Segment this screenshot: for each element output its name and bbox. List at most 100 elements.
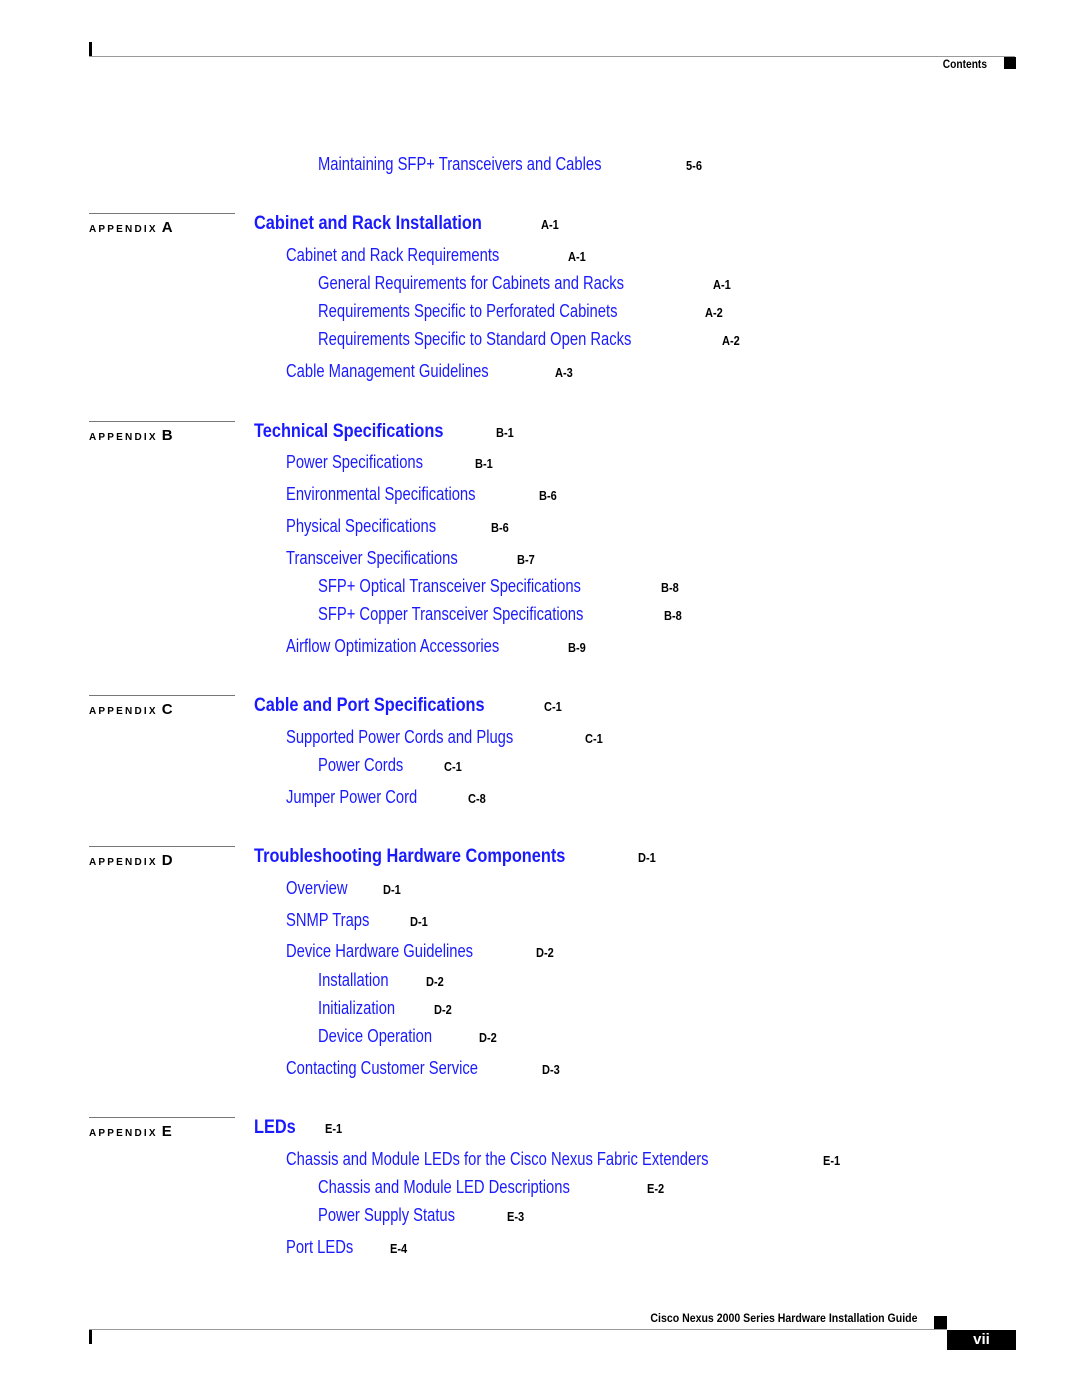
toc-entry-page: D-3 (542, 1062, 560, 1077)
appendix-title[interactable]: Troubleshooting Hardware Components (254, 846, 565, 868)
toc-entry[interactable]: Overview D-1 (286, 878, 404, 899)
appendix-label: APPENDIX B (89, 427, 173, 444)
toc-entry-title[interactable]: Cabinet and Rack Requirements (286, 245, 499, 266)
toc-entry[interactable]: General Requirements for Cabinets and Ra… (318, 273, 734, 294)
toc-entry[interactable]: Maintaining SFP+ Transceivers and Cables… (318, 154, 704, 175)
toc-entry-page: C-1 (444, 759, 462, 774)
toc-entry[interactable]: Requirements Specific to Perforated Cabi… (318, 301, 726, 322)
toc-entry-title[interactable]: Overview (286, 878, 348, 899)
toc-entry-title[interactable]: Port LEDs (286, 1237, 353, 1258)
header-rule (89, 56, 1015, 57)
toc-entry[interactable]: SNMP Traps D-1 (286, 910, 431, 931)
toc-entry[interactable]: Cable Management Guidelines A-3 (286, 361, 576, 382)
toc-entry[interactable]: Transceiver Specifications B-7 (286, 548, 538, 569)
toc-entry-title[interactable]: Installation (318, 970, 389, 991)
toc-entry-page: D-2 (434, 1002, 452, 1017)
toc-entry-title[interactable]: Power Supply Status (318, 1205, 455, 1226)
toc-entry[interactable]: Cabinet and Rack Requirements A-1 (286, 245, 589, 266)
toc-entry[interactable]: Requirements Specific to Standard Open R… (318, 329, 743, 350)
toc-entry[interactable]: Initialization D-2 (318, 998, 455, 1019)
appendix-title[interactable]: LEDs (254, 1117, 296, 1139)
toc-entry-title[interactable]: Power Cords (318, 755, 403, 776)
toc-entry-title[interactable]: Physical Specifications (286, 516, 436, 537)
toc-entry[interactable]: Contacting Customer Service D-3 (286, 1058, 563, 1079)
toc-entry-title[interactable]: Device Operation (318, 1026, 432, 1047)
toc-entry-page: B-7 (517, 552, 536, 567)
header-label: Contents (942, 57, 987, 71)
toc-entry-page: D-2 (426, 974, 444, 989)
page-number: vii (947, 1330, 1016, 1350)
toc-entry-page: B-9 (568, 640, 586, 655)
footer-margin-mark (89, 1330, 92, 1344)
toc-entry-title[interactable]: Jumper Power Cord (286, 787, 417, 808)
toc-entry[interactable]: SFP+ Optical Transceiver Specifications B… (318, 576, 682, 597)
toc-entry-page: E-1 (823, 1153, 841, 1168)
appendix-title-entry[interactable]: Technical Specifications B-1 (254, 421, 517, 443)
footer-square-marker (934, 1316, 947, 1329)
appendix-label: APPENDIX C (89, 701, 173, 718)
appendix-title-entry[interactable]: Troubleshooting Hardware Components D-1 (254, 846, 659, 868)
header-margin-mark (89, 42, 92, 56)
toc-entry-title[interactable]: SFP+ Optical Transceiver Specifications (318, 576, 581, 597)
toc-entry-page: D-2 (479, 1030, 497, 1045)
toc-entry[interactable]: Supported Power Cords and Plugs C-1 (286, 727, 606, 748)
toc-entry-title[interactable]: Supported Power Cords and Plugs (286, 727, 513, 748)
toc-entry-title[interactable]: Cable Management Guidelines (286, 361, 489, 382)
toc-entry[interactable]: Power Specifications B-1 (286, 452, 496, 473)
toc-entry-title[interactable]: Environmental Specifications (286, 484, 476, 505)
toc-entry-title[interactable]: Contacting Customer Service (286, 1058, 478, 1079)
appendix-word: APPENDIX (89, 857, 158, 868)
appendix-page: E-1 (324, 1121, 342, 1136)
toc-entry[interactable]: Port LEDs E-4 (286, 1237, 410, 1258)
toc-entry[interactable]: Power Supply Status E-3 (318, 1205, 527, 1226)
toc-entry[interactable]: Device Operation D-2 (318, 1026, 500, 1047)
toc-entry-title[interactable]: SFP+ Copper Transceiver Specifications (318, 604, 583, 625)
footer-guide-title: Cisco Nexus 2000 Series Hardware Install… (649, 1311, 917, 1325)
appendix-label: APPENDIX A (89, 219, 173, 236)
appendix-page: D-1 (638, 850, 656, 865)
appendix-title-entry[interactable]: LEDs E-1 (254, 1117, 345, 1139)
appendix-title[interactable]: Cabinet and Rack Installation (254, 213, 482, 235)
toc-entry[interactable]: Device Hardware Guidelines D-2 (286, 941, 557, 962)
appendix-letter: E (161, 1123, 172, 1140)
toc-entry[interactable]: Physical Specifications B-6 (286, 516, 512, 537)
toc-entry-page: B-8 (663, 608, 682, 623)
toc-entry[interactable]: Jumper Power Cord C-8 (286, 787, 489, 808)
toc-entry[interactable]: Installation D-2 (318, 970, 447, 991)
appendix-label: APPENDIX E (89, 1123, 172, 1140)
appendix-letter: D (161, 852, 173, 869)
toc-entry-title[interactable]: Initialization (318, 998, 395, 1019)
toc-entry-page: B-6 (539, 488, 557, 503)
toc-entry-page: A-1 (713, 277, 731, 292)
appendix-title[interactable]: Cable and Port Specifications (254, 695, 485, 717)
toc-entry-title[interactable]: Chassis and Module LED Descriptions (318, 1177, 570, 1198)
toc-entry-title[interactable]: Chassis and Module LEDs for the Cisco Ne… (286, 1149, 708, 1170)
toc-entry-title[interactable]: Requirements Specific to Perforated Cabi… (318, 301, 617, 322)
toc-entry-page: D-2 (536, 945, 554, 960)
toc-entry[interactable]: Chassis and Module LED Descriptions E-2 (318, 1177, 667, 1198)
appendix-title-entry[interactable]: Cable and Port Specifications C-1 (254, 695, 565, 717)
toc-entry-title[interactable]: Transceiver Specifications (286, 548, 458, 569)
appendix-title[interactable]: Technical Specifications (254, 421, 443, 443)
toc-entry[interactable]: SFP+ Copper Transceiver Specifications B-… (318, 604, 685, 625)
toc-entry-page: A-1 (568, 249, 586, 264)
appendix-rule (89, 421, 235, 422)
toc-entry[interactable]: Environmental Specifications B-6 (286, 484, 560, 505)
appendix-title-entry[interactable]: Cabinet and Rack Installation A-1 (254, 213, 562, 235)
toc-entry-title[interactable]: General Requirements for Cabinets and Ra… (318, 273, 624, 294)
toc-entry-page: A-3 (555, 365, 573, 380)
toc-entry[interactable]: Chassis and Module LEDs for the Cisco Ne… (286, 1149, 843, 1170)
toc-entry-page: 5-6 (685, 158, 702, 173)
toc-entry[interactable]: Airflow Optimization Accessories B-9 (286, 636, 589, 657)
toc-entry-title[interactable]: Power Specifications (286, 452, 423, 473)
appendix-rule (89, 695, 235, 696)
toc-entry-title[interactable]: Maintaining SFP+ Transceivers and Cables (318, 154, 601, 175)
toc-entry-title[interactable]: Device Hardware Guidelines (286, 941, 473, 962)
toc-entry[interactable]: Power Cords C-1 (318, 755, 465, 776)
appendix-word: APPENDIX (89, 1128, 158, 1139)
appendix-page: B-1 (496, 425, 515, 440)
toc-entry-title[interactable]: Requirements Specific to Standard Open R… (318, 329, 631, 350)
footer-rule (89, 1329, 947, 1330)
toc-entry-title[interactable]: Airflow Optimization Accessories (286, 636, 499, 657)
toc-entry-title[interactable]: SNMP Traps (286, 910, 369, 931)
